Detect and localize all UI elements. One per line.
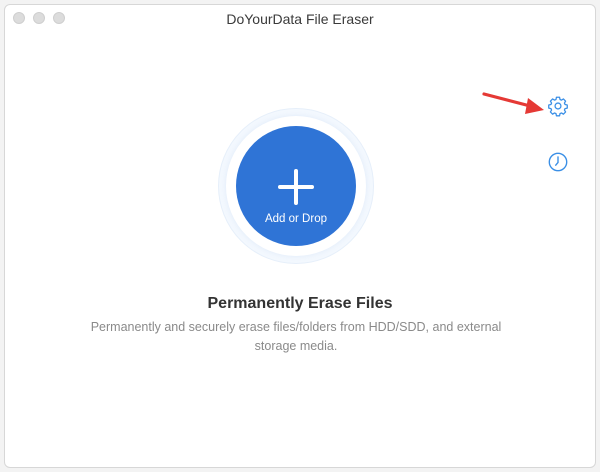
add-or-drop-button[interactable]: Add or Drop <box>236 126 356 246</box>
page-heading: Permanently Erase Files <box>207 295 393 312</box>
title-bar: DoYourData File Eraser <box>5 5 595 31</box>
page-description: Permanently and securely erase files/fol… <box>90 320 502 353</box>
annotation-arrow <box>482 92 544 114</box>
add-or-drop-label: Add or Drop <box>264 213 327 225</box>
settings-button[interactable] <box>547 95 569 117</box>
window-title: DoYourData File Eraser <box>226 11 374 27</box>
gear-icon <box>548 96 568 117</box>
clock-icon <box>548 152 568 172</box>
history-button[interactable] <box>547 151 569 173</box>
